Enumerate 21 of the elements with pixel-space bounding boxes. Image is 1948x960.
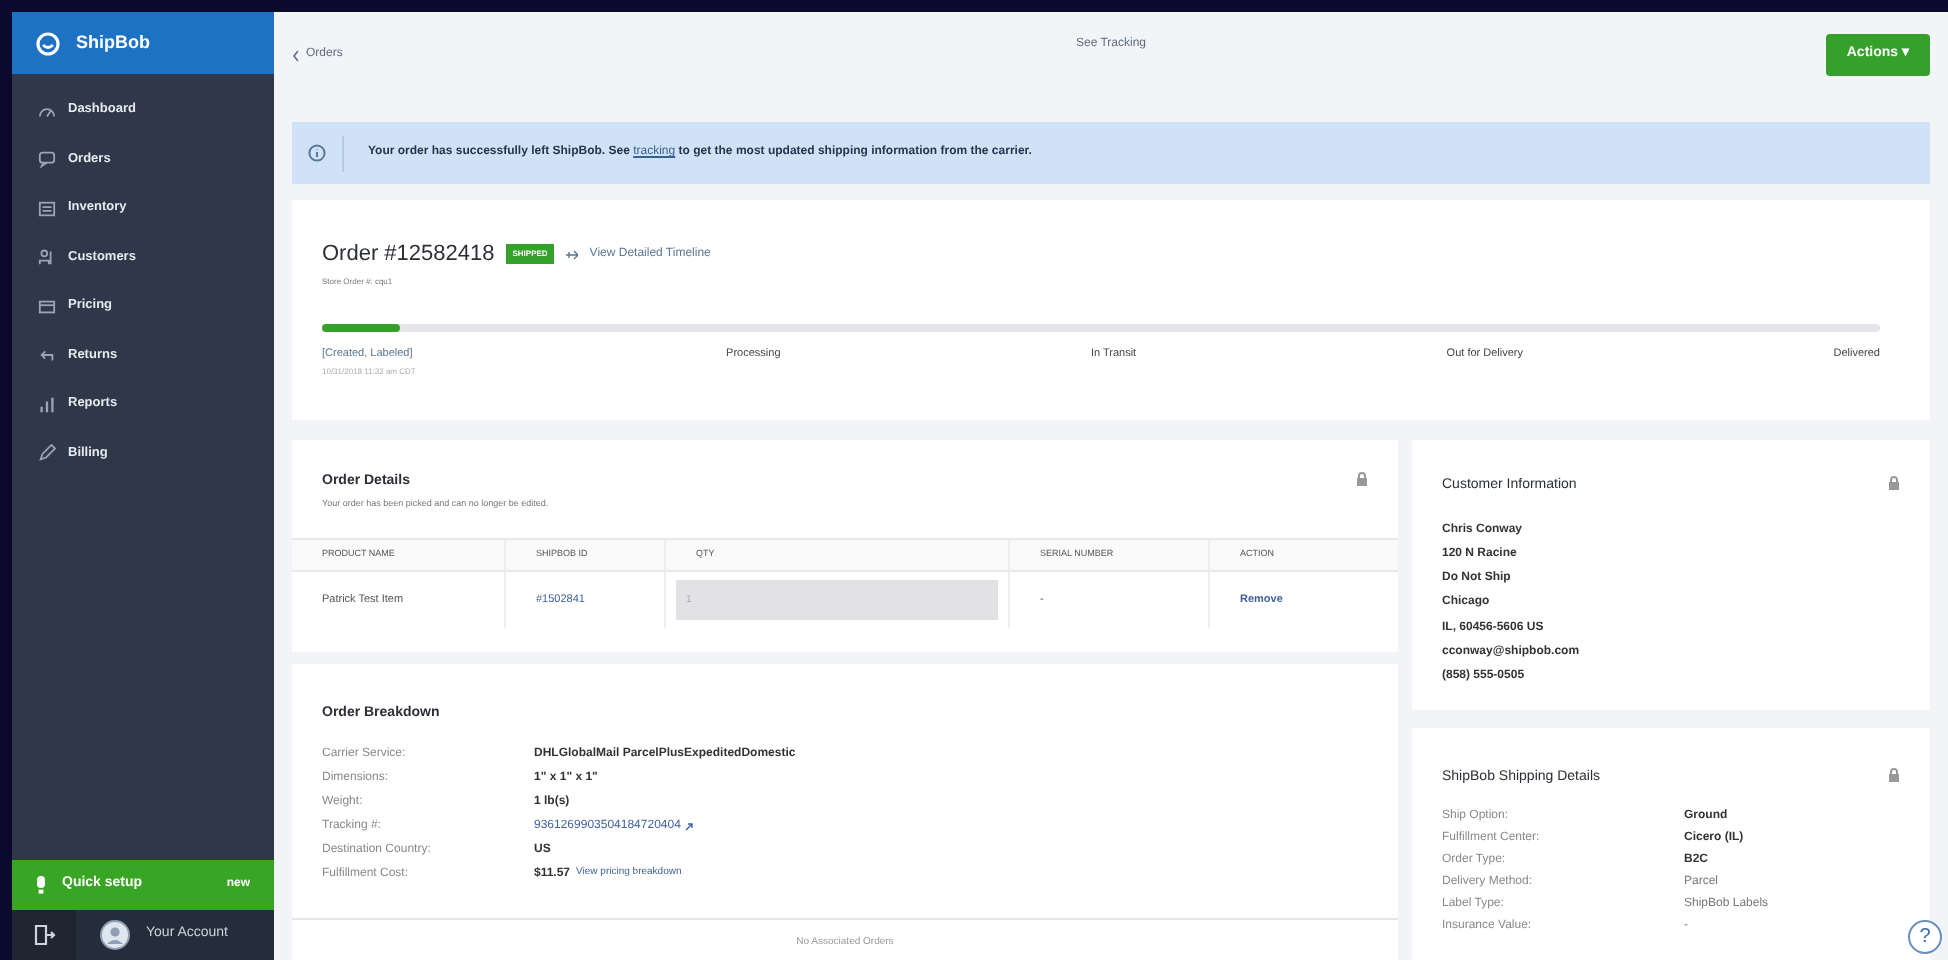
order-title: Order #12582418 [322,240,495,270]
people-icon [38,248,56,267]
lock-icon [1888,476,1900,490]
bar-chart-icon [38,395,56,414]
lightbulb-icon [36,876,46,894]
chat-bubble-icon [38,150,56,169]
card-icon [38,297,56,316]
info-icon [308,144,326,162]
help-button[interactable]: ? [1908,920,1942,954]
avatar-icon [100,920,130,950]
external-link-icon[interactable] [684,821,695,831]
lock-icon [1888,768,1900,782]
brand-name: ShipBob [76,29,150,56]
return-arrow-icon [38,346,56,365]
lock-icon [1356,472,1368,486]
logout-icon[interactable] [33,924,55,946]
logo-icon [36,31,60,55]
pencil-icon [38,444,56,463]
list-icon [38,199,56,218]
chevron-left-icon [292,49,300,61]
timeline-icon [565,249,578,260]
